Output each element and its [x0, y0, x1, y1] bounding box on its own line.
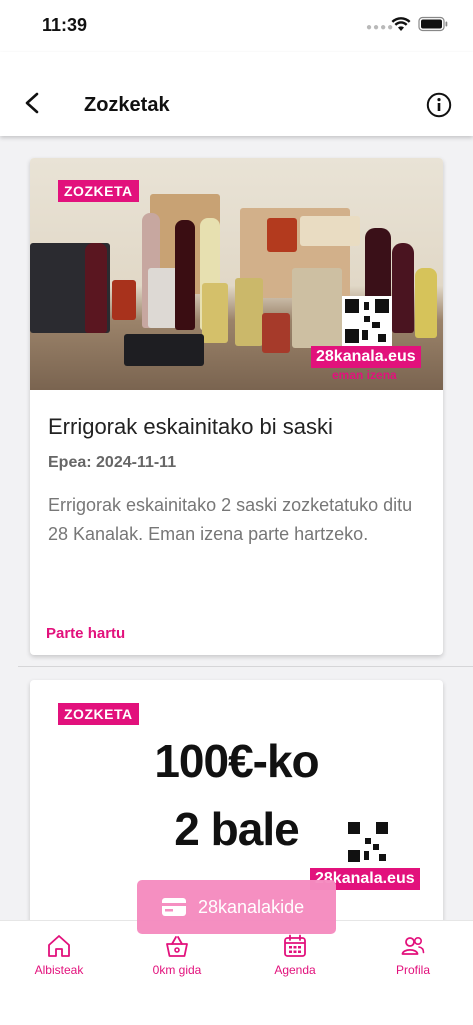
- tab-profila[interactable]: Profila: [363, 933, 463, 977]
- product-pack: [148, 268, 178, 328]
- product-jar: [267, 218, 297, 252]
- product-jar: [112, 280, 136, 320]
- tab-0km-gida[interactable]: 0km gida: [127, 933, 227, 977]
- card-icon: [162, 898, 186, 916]
- product-bottle: [392, 243, 414, 333]
- participate-link[interactable]: Parte hartu: [46, 625, 125, 642]
- brand-label: 28kanala.eus: [311, 346, 421, 368]
- tab-agenda[interactable]: Agenda: [245, 933, 345, 977]
- app-header: Zozketak: [0, 52, 473, 136]
- register-label: eman izena: [332, 368, 397, 382]
- status-time: 11:39: [42, 15, 88, 35]
- product-jar: [202, 283, 228, 343]
- product-jar: [235, 278, 263, 346]
- product-bottle: [415, 268, 437, 338]
- tab-bar: Albisteak 0km gida Agenda Profila: [0, 920, 473, 1025]
- basket-icon: [166, 936, 188, 957]
- card-description: Errigorak eskainitako 2 saski zozketatuk…: [48, 495, 413, 544]
- voucher-amount: 100€-ko: [154, 735, 319, 787]
- battery-icon: [418, 16, 448, 32]
- product-bottle: [85, 243, 107, 333]
- raffle-card[interactable]: ZOZKETA 28kanala.eus eman izena Errigora…: [30, 158, 443, 655]
- product-bottle: [175, 220, 195, 330]
- tab-label: 0km gida: [152, 963, 202, 977]
- info-icon[interactable]: [426, 92, 452, 118]
- raffle-tag: ZOZKETA: [58, 703, 139, 725]
- product-pack: [292, 268, 342, 348]
- status-bar: 11:39 ●●●●: [0, 0, 473, 52]
- membership-label: 28kanalakide: [198, 897, 305, 917]
- raffle-photo: ZOZKETA 28kanala.eus eman izena: [30, 158, 443, 390]
- tab-label: Profila: [395, 963, 430, 977]
- back-arrow-icon[interactable]: [22, 92, 44, 114]
- home-icon: [48, 935, 70, 957]
- users-icon: [401, 937, 425, 955]
- signal-icon: ●●●●: [366, 22, 395, 33]
- divider: [18, 666, 473, 667]
- membership-button[interactable]: 28kanalakide: [137, 880, 336, 934]
- wifi-icon: [391, 17, 411, 31]
- raffle-tag: ZOZKETA: [58, 180, 139, 202]
- page-title: Zozketak: [84, 94, 170, 116]
- calendar-icon: [284, 934, 306, 957]
- product-pack: [300, 216, 360, 246]
- qr-code: [346, 820, 390, 864]
- qr-code: [342, 296, 392, 346]
- raffle-feed[interactable]: ZOZKETA 28kanala.eus eman izena Errigora…: [0, 136, 473, 920]
- tab-albisteak[interactable]: Albisteak: [9, 933, 109, 977]
- product-jar: [262, 313, 290, 353]
- card-deadline: Epea: 2024-11-11: [48, 454, 177, 471]
- card-title: Errigorak eskainitako bi saski: [48, 414, 333, 439]
- product-box: [124, 334, 204, 366]
- tab-label: Albisteak: [34, 963, 84, 977]
- tab-label: Agenda: [274, 963, 316, 977]
